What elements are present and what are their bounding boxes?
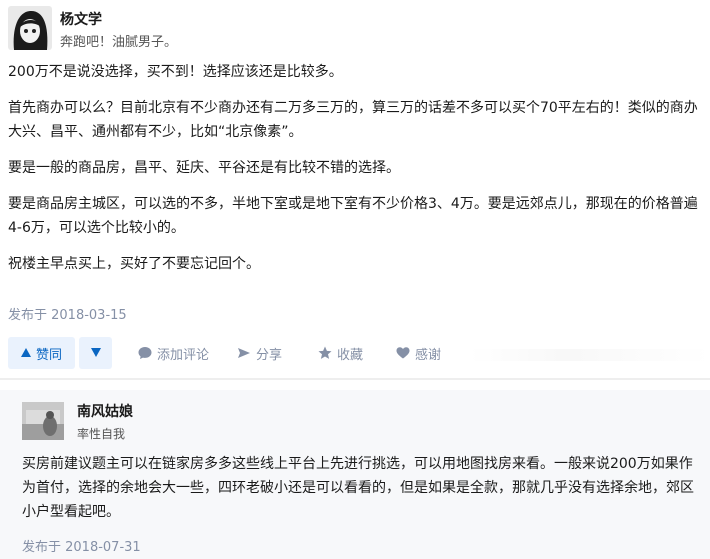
favorite-button[interactable]: 收藏 — [318, 337, 363, 369]
answer-content: 200万不是说没选择，买不到！选择应该还是比较多。 首先商办可以么？目前北京有不… — [8, 60, 703, 288]
author-name[interactable]: 杨文学 — [60, 9, 102, 29]
vote-up-label: 赞同 — [35, 347, 62, 363]
reply-author-bio: 率性自我 — [77, 427, 126, 441]
answer-paragraph: 首先商办可以么？目前北京有不少商办还有二万多三万的，算三万的话差不多可以买个70… — [8, 100, 698, 140]
thanks-button[interactable]: 感谢 — [396, 337, 441, 369]
triangle-down-icon — [90, 347, 101, 360]
answer-paragraph: 祝楼主早点买上，买好了不要忘记回个。 — [8, 256, 260, 272]
reply-author-avatar[interactable] — [22, 402, 64, 440]
answer-paragraph: 200万不是说没选择，买不到！选择应该还是比较多。 — [8, 64, 343, 80]
reply-card: 南风姑娘 率性自我 买房前建议题主可以在链家房多多这些线上平台上先进行挑选，可以… — [0, 390, 710, 559]
answer-paragraph: 要是商品房主城区，可以选的不多，半地下室或是地下室有不少价格3、4万。要是远郊点… — [8, 196, 698, 236]
share-arrow-icon — [237, 346, 251, 360]
heart-icon — [396, 346, 410, 360]
author-bio: 奔跑吧！油腻男子。 — [60, 35, 178, 50]
add-comment-label: 添加评论 — [157, 347, 210, 363]
favorite-label: 收藏 — [337, 347, 364, 363]
star-icon — [318, 346, 332, 360]
thanks-label: 感谢 — [415, 347, 442, 363]
answer-action-bar: 赞同 添加评论 分享 收藏 感谢 — [0, 337, 710, 371]
vote-up-button[interactable]: 赞同 — [8, 337, 75, 369]
answer-author: 杨文学 奔跑吧！油腻男子。 — [8, 6, 408, 50]
answer-paragraph: 要是一般的商品房，昌平、延庆、平谷还是有比较不错的选择。 — [8, 160, 400, 176]
reply-publish-date[interactable]: 发布于 2018-07-31 — [22, 536, 141, 555]
reply-author-name[interactable]: 南风姑娘 — [77, 401, 133, 421]
section-divider — [0, 378, 710, 380]
blurred-area — [470, 349, 710, 361]
vote-down-button[interactable] — [79, 337, 112, 369]
triangle-up-icon — [20, 346, 31, 361]
add-comment-button[interactable]: 添加评论 — [138, 337, 209, 369]
reply-content: 买房前建议题主可以在链家房多多这些线上平台上先进行挑选，可以用地图找房来看。一般… — [22, 456, 694, 520]
share-label: 分享 — [256, 347, 283, 363]
answer-publish-date[interactable]: 发布于 2018-03-15 — [8, 304, 127, 323]
author-avatar[interactable] — [8, 6, 52, 50]
share-button[interactable]: 分享 — [237, 337, 282, 369]
comment-bubble-icon — [138, 346, 152, 360]
